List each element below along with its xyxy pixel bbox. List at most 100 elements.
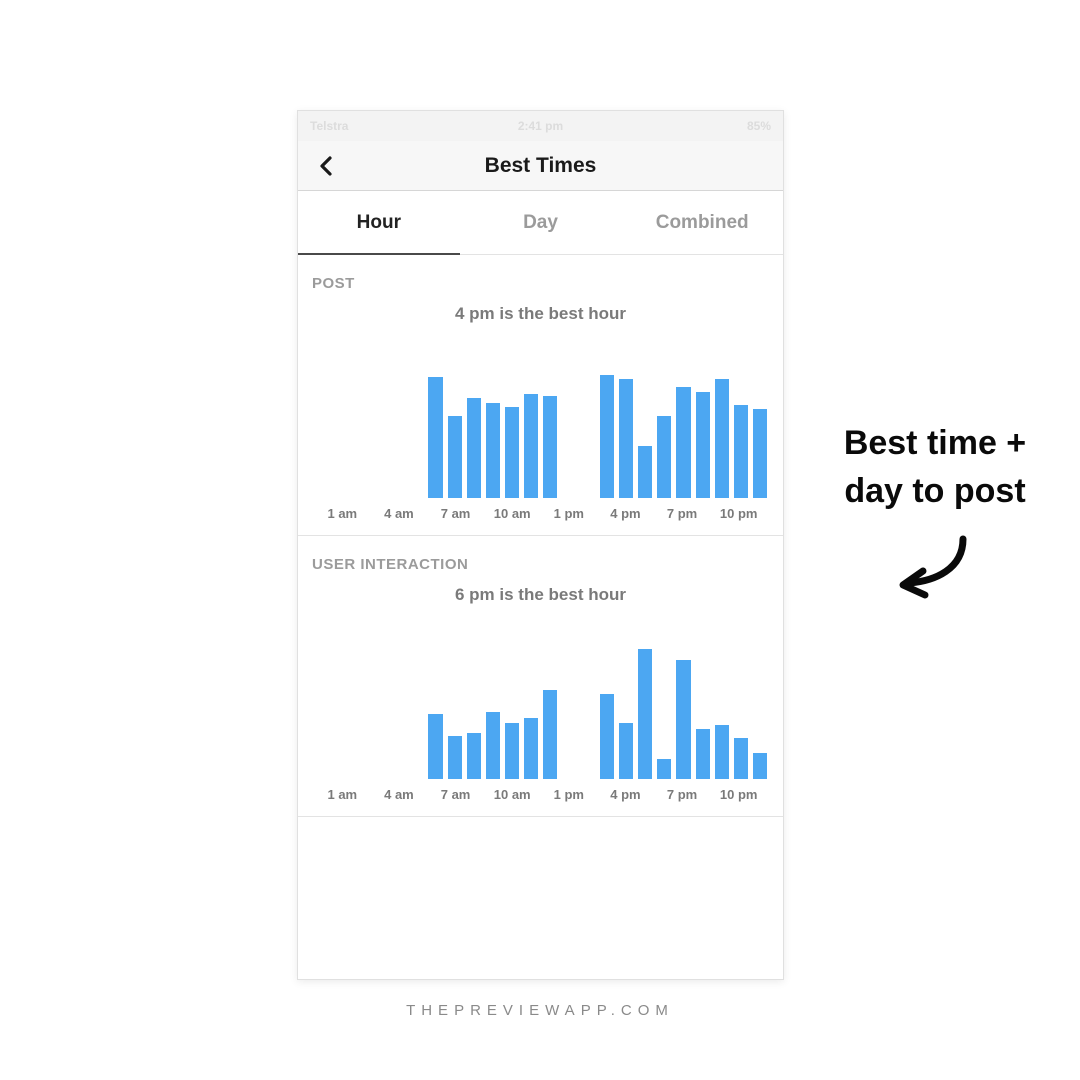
bar-slot: [486, 649, 500, 779]
phone-frame: Telstra 2:41 pm 85% Best Times Hour Day …: [297, 110, 784, 980]
bar-slot: [696, 649, 710, 779]
x-tick: 1 pm: [541, 787, 598, 802]
x-tick: 10 am: [484, 506, 541, 521]
bar-slot: [314, 368, 328, 498]
x-tick: 4 am: [371, 506, 428, 521]
bar: [467, 733, 481, 779]
section-post-label: POST: [312, 275, 769, 292]
bar: [715, 379, 729, 498]
bar-slot: [734, 368, 748, 498]
bar: [696, 729, 710, 779]
footer-credit: THEPREVIEWAPP.COM: [0, 1002, 1080, 1019]
bar-slot: [333, 368, 347, 498]
bar-slot: [581, 368, 595, 498]
bar-slot: [753, 649, 767, 779]
section-post: POST 4 pm is the best hour 1 am4 am7 am1…: [298, 255, 783, 536]
x-tick: 4 pm: [597, 506, 654, 521]
bar-slot: [715, 368, 729, 498]
bar: [753, 753, 767, 779]
back-button[interactable]: [312, 152, 340, 180]
bar-slot: [715, 649, 729, 779]
bar: [524, 394, 538, 498]
bar-slot: [448, 368, 462, 498]
x-tick: 7 pm: [654, 787, 711, 802]
bar: [600, 694, 614, 779]
status-battery: 85%: [747, 119, 771, 133]
bar: [505, 407, 519, 498]
x-tick: 10 am: [484, 787, 541, 802]
bar-slot: [409, 649, 423, 779]
bar-slot: [486, 368, 500, 498]
bar-slot: [696, 368, 710, 498]
bar-slot: [676, 368, 690, 498]
bar: [734, 405, 748, 498]
bar-slot: [428, 368, 442, 498]
bar-slot: [619, 368, 633, 498]
bar: [524, 718, 538, 779]
chart-post-xaxis: 1 am4 am7 am10 am1 pm4 pm7 pm10 pm: [312, 506, 769, 521]
status-carrier: Telstra: [310, 119, 348, 133]
bar-slot: [753, 368, 767, 498]
bar-slot: [505, 649, 519, 779]
bar-slot: [314, 649, 328, 779]
bar-slot: [562, 649, 576, 779]
bar: [715, 725, 729, 779]
x-tick: 7 am: [427, 506, 484, 521]
bar-slot: [409, 368, 423, 498]
bar-slot: [638, 649, 652, 779]
nav-bar: Best Times: [298, 141, 783, 191]
bar: [619, 379, 633, 498]
bar-slot: [371, 649, 385, 779]
bar-slot: [543, 368, 557, 498]
bar: [753, 409, 767, 498]
bar: [428, 377, 442, 498]
bar-slot: [543, 649, 557, 779]
chart-post: [312, 368, 769, 498]
x-tick: 7 pm: [654, 506, 711, 521]
bar-slot: [676, 649, 690, 779]
chart-interaction: [312, 649, 769, 779]
annotation: Best time + day to post: [820, 420, 1050, 603]
bar: [734, 738, 748, 779]
bar-slot: [524, 368, 538, 498]
section-interaction-label: USER INTERACTION: [312, 556, 769, 573]
chart-interaction-xaxis: 1 am4 am7 am10 am1 pm4 pm7 pm10 pm: [312, 787, 769, 802]
bar-slot: [390, 649, 404, 779]
bar: [448, 736, 462, 779]
bar-slot: [619, 649, 633, 779]
bar-slot: [562, 368, 576, 498]
bar: [676, 660, 690, 779]
x-tick: 4 am: [371, 787, 428, 802]
status-bar: Telstra 2:41 pm 85%: [298, 111, 783, 141]
section-interaction-subtitle: 6 pm is the best hour: [312, 585, 769, 605]
bar: [448, 416, 462, 498]
bar-slot: [657, 649, 671, 779]
x-tick: 1 am: [314, 506, 371, 521]
bar: [696, 392, 710, 498]
bar: [638, 649, 652, 779]
tab-combined[interactable]: Combined: [621, 191, 783, 254]
tab-day[interactable]: Day: [460, 191, 622, 254]
bar-slot: [333, 649, 347, 779]
tab-hour[interactable]: Hour: [298, 191, 460, 254]
page-title: Best Times: [298, 154, 783, 178]
bar-slot: [638, 368, 652, 498]
status-time: 2:41 pm: [518, 119, 563, 133]
annotation-text: Best time + day to post: [820, 420, 1050, 515]
chevron-left-icon: [318, 156, 334, 176]
bar-slot: [352, 649, 366, 779]
x-tick: 1 am: [314, 787, 371, 802]
bar-slot: [390, 368, 404, 498]
bar: [486, 712, 500, 779]
bar: [505, 723, 519, 779]
bar-slot: [505, 368, 519, 498]
bar-slot: [371, 368, 385, 498]
bar-slot: [524, 649, 538, 779]
bar: [543, 690, 557, 779]
tab-bar: Hour Day Combined: [298, 191, 783, 255]
bar-slot: [467, 368, 481, 498]
bar: [657, 759, 671, 779]
x-tick: 10 pm: [710, 506, 767, 521]
bar: [657, 416, 671, 498]
bar: [543, 396, 557, 498]
